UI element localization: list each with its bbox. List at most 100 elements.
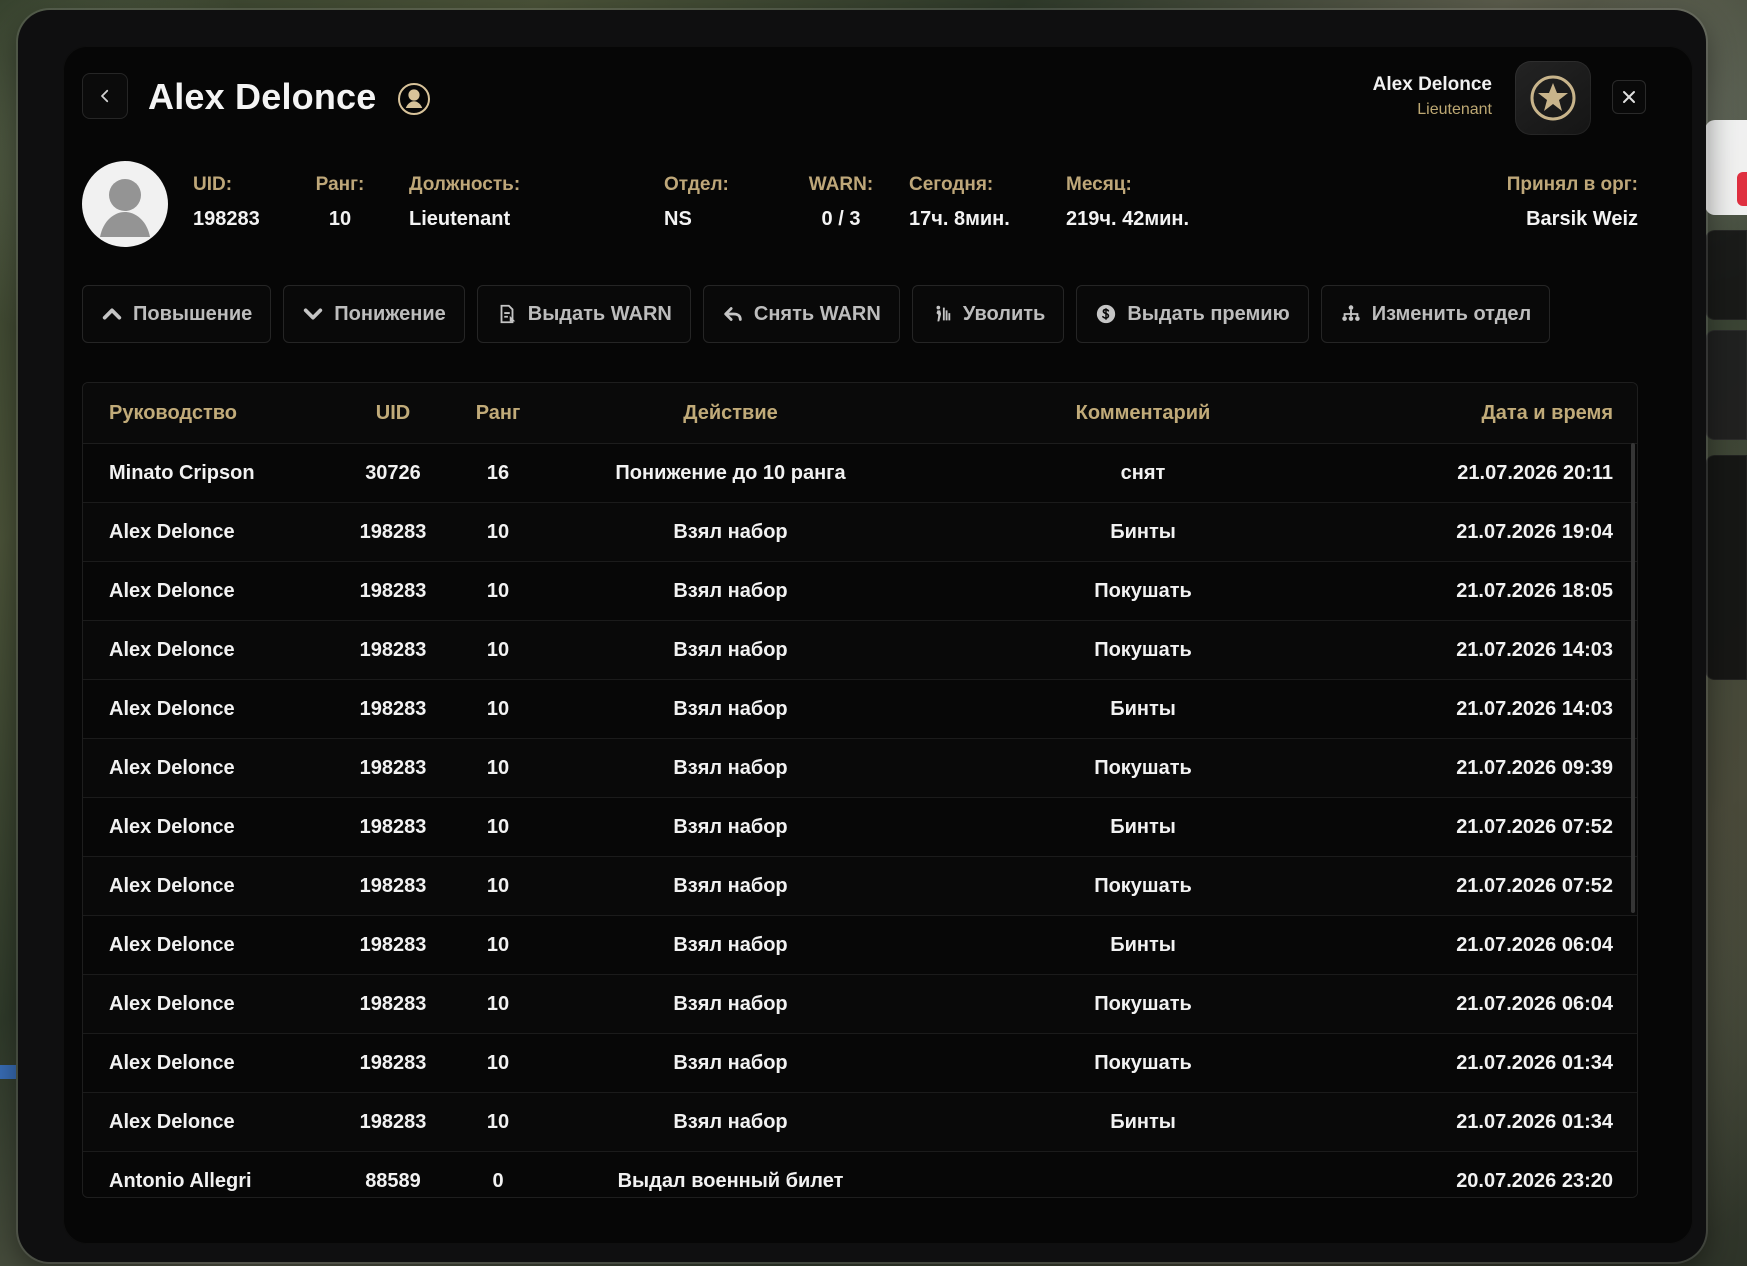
stat-label: WARN:: [808, 174, 874, 195]
cell-uid: 198283: [359, 579, 427, 602]
stat-rank: Ранг: 10: [315, 175, 365, 229]
stat-label: Отдел:: [664, 174, 729, 195]
cell-rank: 10: [486, 756, 510, 779]
stat-value: Lieutenant: [409, 208, 511, 230]
stat-month: Месяц: 219ч. 42мин.: [1066, 175, 1189, 229]
cell-manager: Alex Delonce: [109, 638, 235, 661]
cell-datetime: 21.07.2026 14:03: [1456, 638, 1613, 661]
hud-card: [1705, 330, 1747, 440]
cell-manager: Alex Delonce: [109, 933, 235, 956]
current-user-name: Alex Delonce: [1372, 74, 1492, 95]
cell-uid: 198283: [359, 1051, 427, 1074]
change-department-label: Изменить отдел: [1371, 302, 1532, 325]
table-row: Alex Delonce 198283 10 Взял набор Покуша…: [83, 621, 1637, 680]
cell-uid: 198283: [359, 638, 427, 661]
cell-action: Выдал военный билет: [617, 1169, 844, 1192]
stat-warn: WARN: 0 / 3: [808, 175, 874, 229]
cell-manager: Minato Cripson: [109, 461, 255, 484]
action-toolbar: Повышение Понижение Выдать WARN Снять WA…: [82, 285, 1551, 343]
cell-rank: 10: [486, 1110, 510, 1133]
change-department-button[interactable]: Изменить отдел: [1320, 285, 1551, 343]
current-user-rank: Lieutenant: [1417, 100, 1492, 118]
warn-doc-icon: [500, 304, 516, 324]
cell-rank: 10: [486, 874, 510, 897]
cell-rank: 10: [486, 579, 510, 602]
hierarchy-icon: [1341, 305, 1360, 321]
cell-uid: 198283: [359, 933, 427, 956]
stat-recruited-by: Принял в орг: Barsik Weiz: [1490, 175, 1638, 229]
cell-rank: 16: [486, 461, 510, 484]
column-header-uid: UID: [375, 401, 411, 424]
table-row: Alex Delonce 198283 10 Взял набор Покуша…: [83, 1034, 1637, 1093]
give-warn-button[interactable]: Выдать WARN: [476, 285, 691, 343]
give-bonus-label: Выдать премию: [1127, 302, 1290, 325]
table-body[interactable]: Minato Cripson 30726 16 Понижение до 10 …: [83, 444, 1637, 1197]
cell-datetime: 21.07.2026 19:04: [1456, 520, 1613, 543]
cell-action: Взял набор: [673, 874, 788, 897]
stat-label: Принял в орг:: [1506, 174, 1638, 195]
promote-label: Повышение: [133, 302, 253, 325]
table-row: Alex Delonce 198283 10 Взял набор Покуша…: [83, 562, 1637, 621]
table-row: Alex Delonce 198283 10 Взял набор Бинты …: [83, 503, 1637, 562]
cell-comment: снят: [1120, 461, 1166, 484]
table-row: Alex Delonce 198283 10 Взял набор Бинты …: [83, 1093, 1637, 1152]
cell-uid: 198283: [359, 520, 427, 543]
left-hud-marker: [0, 1065, 16, 1079]
stat-label: Сегодня:: [909, 174, 994, 195]
close-button[interactable]: [1612, 80, 1646, 114]
table-row: Alex Delonce 198283 10 Взял набор Бинты …: [83, 916, 1637, 975]
column-header-rank: Ранг: [475, 401, 521, 424]
table-header: Руководство UID Ранг Действие Комментари…: [83, 383, 1637, 444]
cell-comment: Покушать: [1094, 638, 1192, 661]
give-bonus-button[interactable]: Выдать премию: [1076, 285, 1309, 343]
remove-warn-button[interactable]: Снять WARN: [702, 285, 900, 343]
chevron-up-icon: [102, 308, 122, 320]
stat-value: 17ч. 8мин.: [909, 208, 1010, 230]
promote-button[interactable]: Повышение: [82, 285, 272, 343]
stat-value: 0 / 3: [821, 208, 861, 230]
cell-rank: 10: [486, 933, 510, 956]
page-title: Alex Delonce: [148, 76, 377, 117]
cell-uid: 198283: [359, 697, 427, 720]
back-button[interactable]: [82, 73, 128, 119]
cell-rank: 10: [486, 520, 510, 543]
cell-action: Взял набор: [673, 992, 788, 1015]
cell-datetime: 21.07.2026 01:34: [1456, 1051, 1613, 1074]
dismiss-icon: [936, 305, 951, 322]
cell-manager: Alex Delonce: [109, 756, 235, 779]
close-icon: [1623, 91, 1635, 103]
cell-rank: 10: [486, 992, 510, 1015]
cell-comment: Бинты: [1110, 697, 1176, 720]
dismiss-button[interactable]: Уволить: [911, 285, 1065, 343]
cell-rank: 10: [486, 638, 510, 661]
cell-uid: 198283: [359, 815, 427, 838]
remove-warn-label: Снять WARN: [753, 302, 881, 325]
table-row: Alex Delonce 198283 10 Взял набор Покуша…: [83, 857, 1637, 916]
cell-comment: Покушать: [1094, 874, 1192, 897]
cell-manager: Alex Delonce: [109, 1051, 235, 1074]
cell-rank: 0: [492, 1169, 504, 1192]
cell-manager: Alex Delonce: [109, 874, 235, 897]
demote-button[interactable]: Понижение: [283, 285, 465, 343]
cell-uid: 198283: [359, 874, 427, 897]
table-row: Antonio Allegri 88589 0 Выдал военный би…: [83, 1152, 1637, 1197]
cell-action: Взял набор: [673, 638, 788, 661]
stat-position: Должность: Lieutenant: [409, 175, 520, 229]
star-badge-icon: [1530, 75, 1576, 121]
cell-datetime: 20.07.2026 23:20: [1456, 1169, 1613, 1192]
money-icon: [1097, 304, 1116, 324]
cell-datetime: 21.07.2026 18:05: [1456, 579, 1613, 602]
profile-icon: [398, 83, 430, 115]
cell-manager: Alex Delonce: [109, 992, 235, 1015]
cell-comment: Покушать: [1094, 579, 1192, 602]
cell-action: Взял набор: [673, 697, 788, 720]
table-scrollbar[interactable]: [1631, 443, 1635, 913]
cell-datetime: 21.07.2026 01:34: [1456, 1110, 1613, 1133]
stat-value: NS: [664, 208, 692, 230]
cell-uid: 198283: [359, 992, 427, 1015]
cell-rank: 10: [486, 1051, 510, 1074]
stat-value: 198283: [193, 208, 260, 230]
table-row: Alex Delonce 198283 10 Взял набор Покуша…: [83, 739, 1637, 798]
stat-value: 219ч. 42мин.: [1066, 208, 1190, 230]
cell-datetime: 21.07.2026 09:39: [1456, 756, 1613, 779]
